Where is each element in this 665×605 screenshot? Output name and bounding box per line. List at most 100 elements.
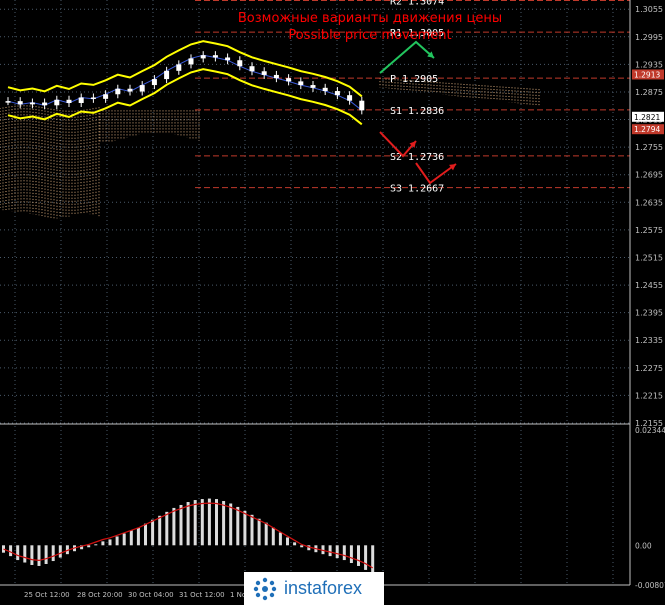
histogram-bar bbox=[243, 510, 247, 546]
y-tick-label: 1.2335 bbox=[635, 336, 663, 345]
level-label-s3: S3 1.2667 bbox=[390, 184, 444, 195]
y-tick-label: 1.2935 bbox=[635, 60, 663, 69]
y-tick-label: 1.2575 bbox=[635, 226, 663, 235]
candle-body bbox=[164, 70, 170, 80]
candle-body bbox=[29, 102, 35, 105]
level-label-s1: S1 1.2836 bbox=[390, 106, 444, 117]
histogram-bar bbox=[179, 504, 183, 546]
candle-body bbox=[273, 74, 279, 79]
histogram-bar bbox=[172, 507, 176, 546]
candle-body bbox=[261, 71, 267, 75]
title-ru: Возможные варианты движения цены bbox=[238, 11, 502, 26]
candle-body bbox=[17, 101, 23, 105]
y-tick-label: 1.2875 bbox=[635, 88, 663, 97]
chart-window: R2 1.3074 R1 1.3005 P 1.2905 S1 1.2836 S2 1.… bbox=[0, 0, 665, 605]
y-tick-label: 1.2395 bbox=[635, 309, 663, 318]
y-tick-label: 1.2695 bbox=[635, 171, 663, 180]
histogram-bar bbox=[207, 498, 211, 546]
histogram-bar bbox=[186, 502, 190, 546]
histogram-bar bbox=[342, 545, 346, 561]
histogram-bar bbox=[9, 545, 13, 557]
histogram-bar bbox=[357, 545, 360, 566]
y-tick-label: 1.2455 bbox=[635, 281, 663, 290]
candle-body bbox=[176, 64, 182, 71]
candle-body bbox=[90, 97, 96, 99]
candle-body bbox=[103, 94, 109, 99]
candles bbox=[5, 51, 365, 115]
level-label-p: P 1.2905 bbox=[390, 74, 438, 85]
histogram-bar bbox=[371, 545, 375, 575]
histogram-bar bbox=[101, 541, 105, 546]
y-tick-label: 1.2515 bbox=[635, 253, 663, 262]
candle-body bbox=[127, 88, 133, 92]
y-tick-label: 1.2215 bbox=[635, 391, 663, 400]
histogram-bar bbox=[115, 536, 119, 546]
histogram-bar bbox=[222, 501, 226, 546]
histogram-bar bbox=[335, 545, 339, 559]
histogram-bar bbox=[165, 511, 169, 546]
histogram-bar bbox=[250, 514, 254, 546]
x-tick-label: 28 Oct 20:00 bbox=[77, 591, 123, 599]
histogram-bar bbox=[300, 545, 304, 548]
candle-body bbox=[225, 57, 231, 61]
y-tick-label: 1.2635 bbox=[635, 198, 663, 207]
histogram-bar bbox=[23, 545, 27, 563]
histogram-bar bbox=[144, 523, 147, 546]
histogram-bar bbox=[151, 519, 155, 546]
histogram-bar bbox=[193, 500, 197, 546]
watermark-text: instaforex bbox=[284, 578, 363, 598]
histogram-bar bbox=[271, 527, 275, 546]
candle-body bbox=[151, 79, 157, 86]
axes: 1.30551.29951.29351.28751.28151.27551.26… bbox=[0, 0, 665, 599]
histogram-bar bbox=[94, 544, 98, 546]
level-label-s2: S2 1.2736 bbox=[390, 152, 444, 163]
histogram-bar bbox=[108, 539, 112, 546]
y-tick-label: 1.2995 bbox=[635, 33, 663, 42]
price-chart: R2 1.3074R1 1.3005P 1.2905S1 1.2836S2 1.… bbox=[0, 0, 665, 599]
histogram-bar bbox=[16, 545, 20, 561]
candle-body bbox=[298, 81, 304, 86]
candle-body bbox=[5, 101, 11, 103]
histogram-bar bbox=[58, 545, 62, 558]
osc-tick-label: 0.02344 bbox=[635, 426, 665, 435]
instaforex-logo-icon bbox=[253, 577, 277, 600]
x-tick-label: 31 Oct 12:00 bbox=[179, 591, 225, 599]
y-tick-label: 1.2755 bbox=[635, 143, 663, 152]
candle-body bbox=[249, 66, 255, 72]
histogram-bar bbox=[257, 518, 261, 546]
candle-body bbox=[54, 99, 60, 106]
candle-body bbox=[42, 102, 48, 106]
candle-body bbox=[200, 55, 206, 59]
price-tag-label: 1.2913 bbox=[634, 70, 660, 79]
price-tag-label: 1.2821 bbox=[634, 113, 660, 122]
candle-body bbox=[310, 85, 316, 88]
histogram-bar bbox=[236, 506, 240, 546]
osc-tick-label: -0.00807 bbox=[635, 581, 665, 590]
candle-body bbox=[78, 97, 84, 103]
histogram-bar bbox=[349, 545, 353, 564]
histogram-bar bbox=[229, 503, 233, 546]
candle-body bbox=[322, 87, 328, 92]
bull-arrow bbox=[379, 40, 435, 74]
band-middle bbox=[7, 54, 363, 111]
histogram-bar bbox=[44, 545, 48, 564]
candle-body bbox=[188, 58, 194, 65]
candle-body bbox=[66, 99, 72, 103]
candle-body bbox=[212, 55, 218, 58]
osc-tick-label: 0.00 bbox=[635, 541, 652, 550]
watermark: instaforex bbox=[244, 572, 384, 605]
histogram-bar bbox=[286, 537, 289, 546]
histogram-bar bbox=[51, 545, 55, 562]
histogram-bar bbox=[37, 545, 41, 566]
bollinger-bands bbox=[7, 40, 363, 126]
y-tick-label: 1.2275 bbox=[635, 364, 663, 373]
candle-body bbox=[139, 85, 145, 92]
histogram-bar bbox=[328, 545, 332, 557]
title-en: Possible price movement bbox=[288, 28, 451, 43]
histogram-bar bbox=[158, 515, 162, 546]
histogram-bar bbox=[87, 545, 91, 548]
candle-body bbox=[115, 88, 121, 95]
histogram-bar bbox=[30, 545, 34, 565]
oscillator-panel bbox=[2, 498, 375, 575]
histogram-bar bbox=[215, 499, 218, 546]
